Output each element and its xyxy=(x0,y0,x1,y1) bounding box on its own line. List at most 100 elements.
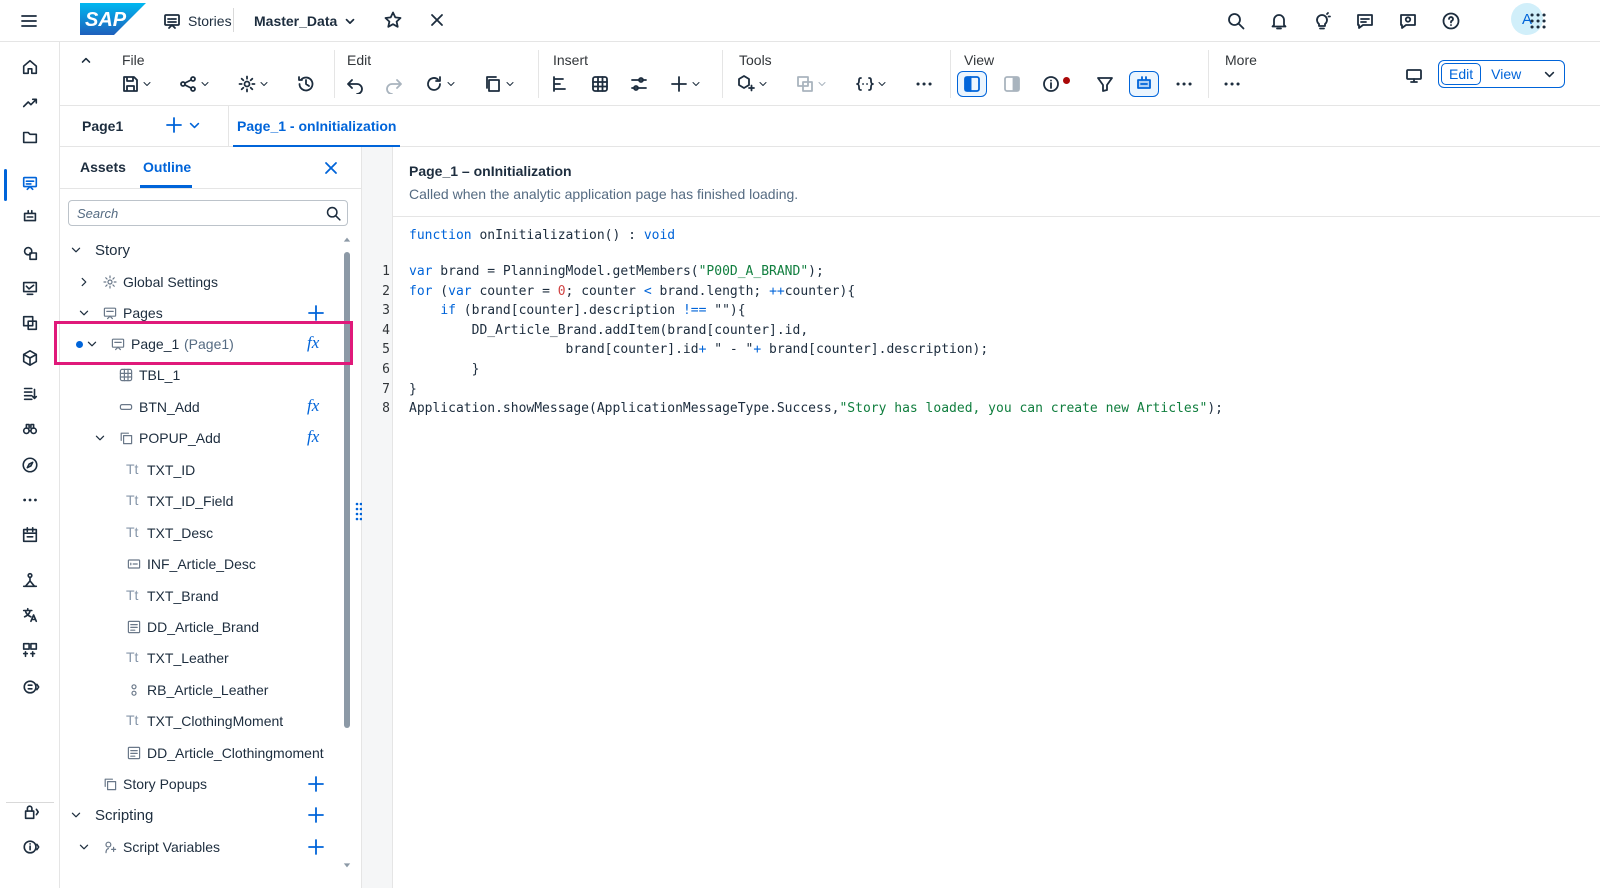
tree-item-popup-add[interactable]: POPUP_Add fx xyxy=(60,423,344,453)
view-more-button[interactable] xyxy=(1174,70,1194,98)
tree-item-btn-add[interactable]: BTN_Add fx xyxy=(60,392,344,422)
chevron-down-icon[interactable] xyxy=(77,840,91,854)
code-line[interactable]: 2 for (var counter = 0; counter < brand.l… xyxy=(362,284,1600,304)
right-panel-toggle[interactable] xyxy=(1002,70,1022,98)
lightbulb-icon[interactable] xyxy=(1308,7,1336,35)
tree-item-script-variables[interactable]: Script Variables xyxy=(60,832,344,862)
tree-item-txt-id-field[interactable]: Tt TXT_ID_Field xyxy=(60,486,344,516)
insert-table-button[interactable] xyxy=(590,70,610,98)
present-monitor-icon[interactable] xyxy=(1402,64,1426,88)
add-page-button[interactable] xyxy=(164,115,201,135)
settings-expand-icon[interactable] xyxy=(16,672,46,702)
tree-item-global-settings[interactable]: Global Settings xyxy=(60,267,344,297)
left-panel-toggle[interactable] xyxy=(957,71,987,97)
edit-mode-button[interactable]: Edit xyxy=(1441,63,1482,85)
product-switch-grid-icon[interactable] xyxy=(1524,7,1552,35)
close-panel-icon[interactable] xyxy=(320,157,342,179)
undo-button[interactable] xyxy=(345,70,365,98)
translation-icon[interactable] xyxy=(15,600,45,630)
search-icon[interactable] xyxy=(323,203,343,223)
insert-filter-button[interactable] xyxy=(629,70,649,98)
info-panel-toggle[interactable] xyxy=(1041,70,1070,98)
scroll-down-arrow-icon[interactable] xyxy=(343,861,351,869)
chevron-down-icon[interactable] xyxy=(93,431,107,445)
insert-chart-button[interactable] xyxy=(550,70,570,98)
code-line[interactable]: 4 DD_Article_Brand.addItem(brand[counter… xyxy=(362,323,1600,343)
tools-more-button[interactable] xyxy=(914,70,934,98)
outline-toggle[interactable] xyxy=(1129,71,1159,97)
copy-button[interactable] xyxy=(483,70,515,98)
code-line[interactable]: 8 Application.showMessage(ApplicationMess… xyxy=(362,401,1600,421)
chevron-down-icon[interactable] xyxy=(69,243,83,257)
refresh-button[interactable] xyxy=(424,70,456,98)
code-line[interactable]: 7} xyxy=(362,382,1600,402)
save-button[interactable] xyxy=(120,70,152,98)
tree-item-dd-article-clothingmoment[interactable]: DD_Article_Clothingmoment xyxy=(60,738,344,768)
chevron-down-icon[interactable] xyxy=(77,306,91,320)
favorite-star-icon[interactable] xyxy=(380,7,406,33)
folder-icon[interactable] xyxy=(15,122,45,152)
tree-item-story[interactable]: Story xyxy=(60,235,344,265)
settings-button[interactable] xyxy=(237,70,269,98)
add-variable-plus-icon[interactable] xyxy=(305,836,327,858)
conditional-format-button[interactable] xyxy=(795,70,827,98)
filter-button[interactable] xyxy=(1095,70,1115,98)
code-line[interactable]: 6 } xyxy=(362,362,1600,382)
tree-item-inf-article-desc[interactable]: INF_Article_Desc xyxy=(60,549,344,579)
analytic-designer-icon[interactable] xyxy=(15,202,45,232)
help-icon[interactable] xyxy=(1437,7,1465,35)
network-icon[interactable] xyxy=(15,565,45,595)
close-story-icon[interactable] xyxy=(424,7,450,33)
tree-item-txt-leather[interactable]: Tt TXT_Leather xyxy=(60,643,344,673)
tree-item-story-popups[interactable]: Story Popups xyxy=(60,769,344,799)
stories-nav-icon[interactable] xyxy=(15,168,45,198)
sap-logo[interactable]: SAP xyxy=(80,3,146,35)
compass-icon[interactable] xyxy=(15,450,45,480)
notifications-bell-icon[interactable] xyxy=(1265,7,1293,35)
tab-assets[interactable]: Assets xyxy=(80,159,126,175)
add-popup-plus-icon[interactable] xyxy=(305,773,327,795)
code-line[interactable]: 3 if (brand[counter].description !== "")… xyxy=(362,303,1600,323)
search-input[interactable] xyxy=(69,201,309,225)
redo-button[interactable] xyxy=(384,70,404,98)
scroll-up-arrow-icon[interactable] xyxy=(343,236,351,244)
chevron-down-icon[interactable] xyxy=(69,808,83,822)
chevron-right-icon[interactable] xyxy=(77,275,91,289)
script-variable-button[interactable] xyxy=(855,70,887,98)
add-script-plus-icon[interactable] xyxy=(305,804,327,826)
tab-page1[interactable]: Page1 xyxy=(82,118,123,134)
view-mode-button[interactable]: View xyxy=(1483,66,1564,82)
modeler-icon[interactable] xyxy=(15,308,45,338)
collapse-toolbar-icon[interactable] xyxy=(78,52,94,68)
feedback-icon[interactable] xyxy=(1351,7,1379,35)
info-expand-icon[interactable] xyxy=(16,832,46,862)
trend-icon[interactable] xyxy=(15,87,45,117)
history-button[interactable] xyxy=(296,70,316,98)
stories-button[interactable]: Stories xyxy=(162,8,232,34)
cube-icon[interactable] xyxy=(15,343,45,373)
script-fx-icon[interactable]: fx xyxy=(307,396,319,416)
binoculars-icon[interactable] xyxy=(15,414,45,444)
code-line[interactable]: 1 var brand = PlanningModel.getMembers("P… xyxy=(362,264,1600,284)
tree-item-rb-article-leather[interactable]: RB_Article_Leather xyxy=(60,675,344,705)
more-button[interactable] xyxy=(1222,70,1242,98)
tree-item-txt-desc[interactable]: Tt TXT_Desc xyxy=(60,518,344,548)
story-title-menu[interactable]: Master_Data xyxy=(254,8,357,34)
insert-add-button[interactable] xyxy=(669,70,701,98)
tree-item-scripting[interactable]: Scripting xyxy=(60,800,344,830)
home-icon[interactable] xyxy=(15,52,45,82)
more-dots-icon[interactable] xyxy=(15,485,45,515)
data-actions-icon[interactable] xyxy=(15,378,45,408)
calculation-button[interactable] xyxy=(736,70,768,98)
code-line[interactable]: 5 brand[counter].id+ " - "+ brand[counte… xyxy=(362,342,1600,362)
lock-expand-icon[interactable] xyxy=(16,797,46,827)
tree-item-txt-clothingmoment[interactable]: Tt TXT_ClothingMoment xyxy=(60,706,344,736)
data-analyzer-icon[interactable] xyxy=(15,238,45,268)
tab-script-oninitialization[interactable]: Page_1 - onInitialization xyxy=(233,106,401,147)
tree-item-txt-brand[interactable]: Tt TXT_Brand xyxy=(60,581,344,611)
digital-boardroom-icon[interactable] xyxy=(15,273,45,303)
tree-item-dd-article-brand[interactable]: DD_Article_Brand xyxy=(60,612,344,642)
search-icon[interactable] xyxy=(1222,7,1250,35)
share-button[interactable] xyxy=(178,70,210,98)
tab-outline[interactable]: Outline xyxy=(143,159,191,175)
